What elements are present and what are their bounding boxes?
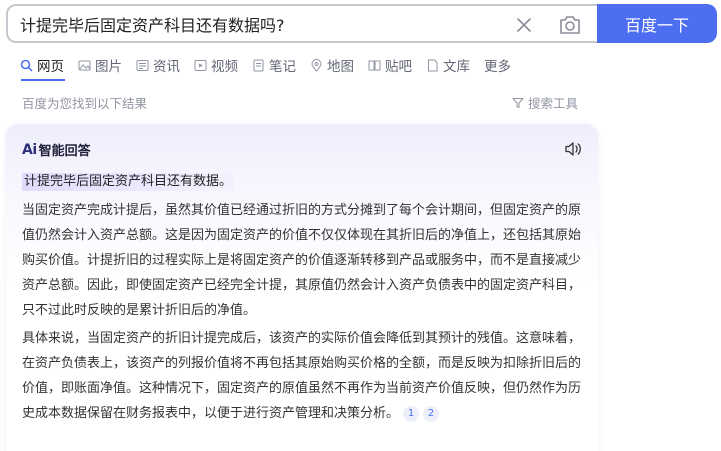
ai-answer-paragraph: 具体来说，当固定资产的折旧计提完成后，该资产的实际价值会降低到其预计的残值。这意…: [22, 326, 588, 426]
close-icon[interactable]: [514, 15, 534, 35]
tab-map[interactable]: 地图: [310, 54, 354, 76]
ai-logo: Ai: [22, 141, 37, 158]
camera-icon[interactable]: [558, 14, 582, 36]
result-hint: 百度为您找到以下结果: [22, 96, 148, 111]
search-tools-button[interactable]: 搜索工具: [512, 93, 578, 112]
tab-label: 地图: [327, 59, 354, 75]
tab-label: 贴吧: [385, 59, 412, 75]
ai-answer-card: Ai 智能回答 计提完毕后固定资产科目还有数据。 当固定资产完成计提后，虽然其价…: [6, 124, 598, 451]
ai-answer-paragraph: 当固定资产完成计提后，虽然其价值已经通过折旧的方式分摊到了每个会计期间，但固定资…: [22, 203, 582, 318]
tab-notes[interactable]: 笔记: [252, 54, 296, 76]
active-tab-indicator: [21, 79, 65, 81]
doc-icon: [428, 59, 438, 71]
search-icon: [20, 59, 33, 72]
tab-label: 资讯: [153, 59, 180, 75]
search-button[interactable]: 百度一下: [597, 4, 717, 43]
citation-badge[interactable]: 2: [423, 406, 440, 422]
citation-badge[interactable]: 1: [403, 406, 420, 422]
tab-label: 网页: [37, 59, 64, 75]
tab-label: 图片: [95, 59, 122, 75]
tab-wenku[interactable]: 文库: [426, 54, 470, 76]
map-icon: [311, 58, 322, 72]
tab-news[interactable]: 资讯: [136, 54, 180, 76]
filter-icon: [512, 97, 524, 108]
search-box[interactable]: [6, 4, 604, 43]
video-icon: [194, 59, 207, 71]
ai-answer-header: Ai 智能回答: [22, 140, 91, 160]
tab-web[interactable]: 网页: [20, 54, 64, 76]
ai-answer-summary: 计提完毕后固定资产科目还有数据。: [22, 173, 235, 191]
tieba-icon: [368, 60, 381, 70]
search-tools-label: 搜索工具: [528, 96, 579, 111]
tab-label: 笔记: [269, 59, 296, 75]
tab-tieba[interactable]: 贴吧: [368, 54, 412, 76]
search-tabs: 网页 图片 资讯 视频 笔记 地图 贴吧 文库 更多: [20, 54, 525, 76]
search-input[interactable]: [20, 13, 500, 35]
tab-label: 文库: [443, 59, 470, 75]
tab-label: 视频: [211, 59, 238, 75]
image-icon: [78, 60, 91, 70]
speaker-icon[interactable]: [564, 140, 582, 158]
tab-images[interactable]: 图片: [78, 54, 122, 76]
news-icon: [136, 59, 149, 71]
paragraph-text: 具体来说，当固定资产的折旧计提完成后，该资产的实际价值会降低到其预计的残值。这意…: [22, 331, 582, 421]
tab-label: 更多: [484, 59, 511, 75]
tab-more[interactable]: 更多: [484, 54, 511, 76]
ai-answer-title: 智能回答: [38, 144, 91, 159]
search-bar: 百度一下: [6, 4, 717, 43]
note-icon: [253, 59, 264, 71]
tab-video[interactable]: 视频: [194, 54, 238, 76]
